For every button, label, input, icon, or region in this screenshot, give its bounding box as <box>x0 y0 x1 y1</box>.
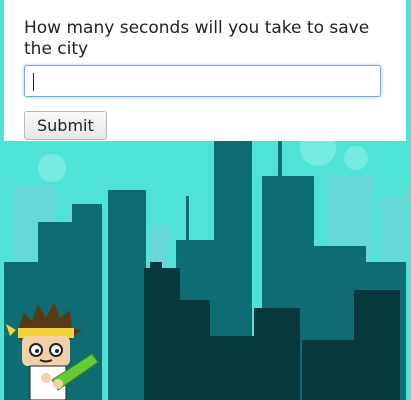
prompt-panel: How many seconds will you take to save t… <box>4 0 406 141</box>
submit-button[interactable]: Submit <box>24 111 107 140</box>
answer-input[interactable] <box>24 65 381 97</box>
text-caret <box>33 73 34 91</box>
scrollbar[interactable] <box>406 190 411 204</box>
question-text: How many seconds will you take to save t… <box>24 18 370 59</box>
